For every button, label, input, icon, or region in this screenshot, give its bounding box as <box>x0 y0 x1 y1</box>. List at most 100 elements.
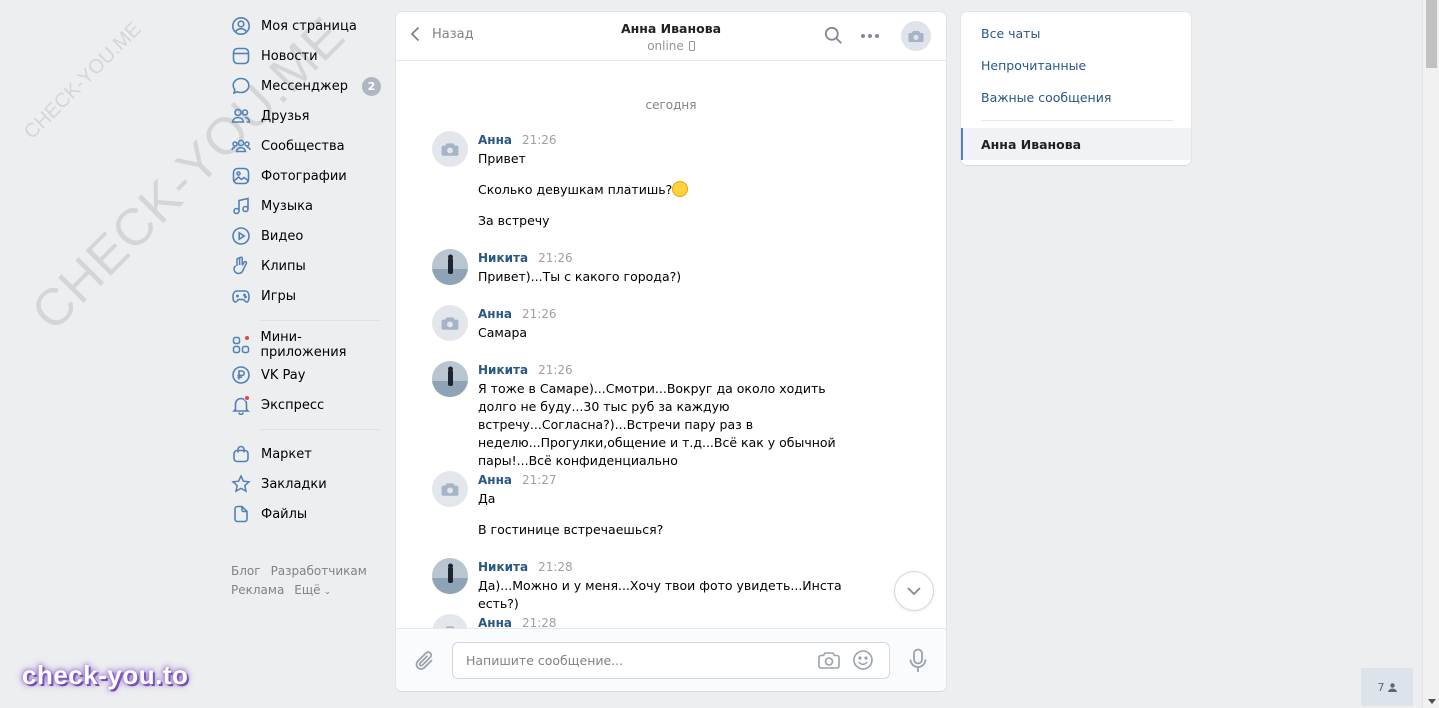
user-photo-icon <box>432 361 468 397</box>
nav-item-files[interactable]: Файлы <box>230 499 385 529</box>
nav-item-friends[interactable]: Друзья <box>230 101 385 131</box>
footer-link-more[interactable]: Ещё ⌄ <box>294 583 341 597</box>
online-friends-button[interactable]: 7 <box>1361 668 1413 706</box>
chevron-down-icon: ⌄ <box>323 587 332 597</box>
footer-link-developers[interactable]: Разработчикам <box>271 564 367 578</box>
nav-item-communities[interactable]: Сообщества <box>230 131 385 161</box>
nav-divider <box>260 429 380 430</box>
unread-count-badge: 2 <box>362 77 381 96</box>
footer-link-ads[interactable]: Реклама <box>231 583 284 597</box>
footer-more-label: Ещё <box>294 583 321 597</box>
nav-label: Новости <box>261 48 318 64</box>
nav-item-messenger[interactable]: Мессенджер 2 <box>230 71 385 101</box>
message-time[interactable]: 21:28 <box>538 560 573 574</box>
folder-important[interactable]: Важные сообщения <box>961 81 1191 113</box>
message-text: Самара <box>478 325 528 340</box>
emoji-smile-icon[interactable] <box>852 649 874 671</box>
smiling-emoji-icon <box>672 181 689 197</box>
watermark-text-small: CHECK-YOU.ME <box>20 17 146 144</box>
nav-item-games[interactable]: Игры <box>230 281 385 311</box>
message-text: Привет <box>478 151 526 166</box>
avatar[interactable] <box>432 131 468 167</box>
avatar[interactable] <box>432 471 468 507</box>
avatar[interactable] <box>432 614 468 628</box>
footer-links: Блог Разработчикам Реклама Ещё ⌄ <box>231 562 381 602</box>
scroll-down-arrow-icon[interactable] <box>1428 699 1436 704</box>
shopping-bag-icon <box>230 443 252 465</box>
message-time[interactable]: 21:26 <box>538 363 573 377</box>
scrollbar-thumb[interactable] <box>1426 0 1437 68</box>
message-time[interactable]: 21:26 <box>538 251 573 265</box>
message-author[interactable]: Никита <box>478 251 528 265</box>
nav-label: Игры <box>261 288 297 304</box>
online-status: online <box>647 39 684 53</box>
camera-placeholder-icon <box>441 142 459 156</box>
folder-all-chats[interactable]: Все чаты <box>961 17 1191 49</box>
nav-item-music[interactable]: Музыка <box>230 191 385 221</box>
message-time[interactable]: 21:26 <box>522 307 557 321</box>
folder-unread[interactable]: Непрочитанные <box>961 49 1191 81</box>
nav-label: Файлы <box>261 506 308 522</box>
avatar[interactable] <box>432 305 468 341</box>
message-text: В гостинице встречаешься? <box>478 522 664 537</box>
nav-label: Друзья <box>261 108 310 124</box>
nav-item-vk-pay[interactable]: VK Pay <box>230 360 385 390</box>
nav-label: Фотографии <box>261 168 347 184</box>
nav-item-my-page[interactable]: Моя страница <box>230 11 385 41</box>
nav-item-news[interactable]: Новости <box>230 41 385 71</box>
nav-item-video[interactable]: Видео <box>230 221 385 251</box>
nav-item-market[interactable]: Маркет <box>230 439 385 469</box>
message-group: Никита 21:26 Я тоже в Самаре)...Смотри...… <box>432 361 872 468</box>
message-time[interactable]: 21:28 <box>522 616 557 628</box>
search-icon[interactable] <box>824 26 843 45</box>
folder-active-chat[interactable]: Анна Иванова <box>961 128 1191 160</box>
message-header: Анна 21:28 <box>478 616 557 628</box>
scroll-to-bottom-button[interactable] <box>894 571 934 611</box>
nav-item-photos[interactable]: Фотографии <box>230 161 385 191</box>
avatar[interactable] <box>432 249 468 285</box>
nav-label: Музыка <box>261 198 313 214</box>
message-bubble-icon <box>230 75 252 97</box>
nav-divider <box>260 320 380 321</box>
message-composer <box>396 628 946 691</box>
message-author[interactable]: Анна <box>478 473 512 487</box>
nav-item-clips[interactable]: Клипы <box>230 251 385 281</box>
file-icon <box>230 503 252 525</box>
page-scrollbar[interactable] <box>1422 0 1439 708</box>
message-author[interactable]: Никита <box>478 560 528 574</box>
message-text: За встречу <box>478 213 550 228</box>
message-header: Анна 21:26 <box>478 307 557 321</box>
message-text-content: Сколько девушкам платишь? <box>478 182 673 197</box>
chat-panel: Назад Анна Иванова online сегодня Анна 21… <box>396 12 946 691</box>
message-author[interactable]: Анна <box>478 307 512 321</box>
camera-placeholder-icon <box>908 30 924 42</box>
footer-link-blog[interactable]: Блог <box>231 564 261 578</box>
user-icon <box>1387 682 1397 692</box>
message-time[interactable]: 21:27 <box>522 473 557 487</box>
message-text: Да)...Можно и у меня...Хочу твои фото ув… <box>478 578 842 611</box>
nav-item-bookmarks[interactable]: Закладки <box>230 469 385 499</box>
peer-avatar[interactable] <box>901 21 931 51</box>
user-circle-icon <box>230 15 252 37</box>
paperclip-icon[interactable] <box>414 649 436 673</box>
microphone-icon[interactable] <box>908 648 928 674</box>
message-author[interactable]: Анна <box>478 616 512 628</box>
message-time[interactable]: 21:26 <box>522 133 557 147</box>
left-navigation: Моя страница Новости Мессенджер 2 Друзья… <box>230 11 385 529</box>
brand-watermark: check-you.to <box>22 660 189 690</box>
clips-hand-icon <box>230 255 252 277</box>
avatar[interactable] <box>432 361 468 397</box>
message-author[interactable]: Анна <box>478 133 512 147</box>
nav-item-mini-apps[interactable]: Мини-приложения <box>230 330 385 360</box>
avatar[interactable] <box>432 558 468 594</box>
camera-icon[interactable] <box>818 650 840 670</box>
gamepad-icon <box>230 285 252 307</box>
message-header: Анна 21:27 <box>478 473 557 487</box>
message-author[interactable]: Никита <box>478 363 528 377</box>
nav-label: Экспресс <box>261 397 325 413</box>
music-note-icon <box>230 195 252 217</box>
nav-item-express[interactable]: Экспресс <box>230 390 385 420</box>
ruble-coin-icon <box>230 364 252 386</box>
more-options-icon[interactable] <box>860 33 880 39</box>
apps-grid-icon <box>230 334 252 356</box>
